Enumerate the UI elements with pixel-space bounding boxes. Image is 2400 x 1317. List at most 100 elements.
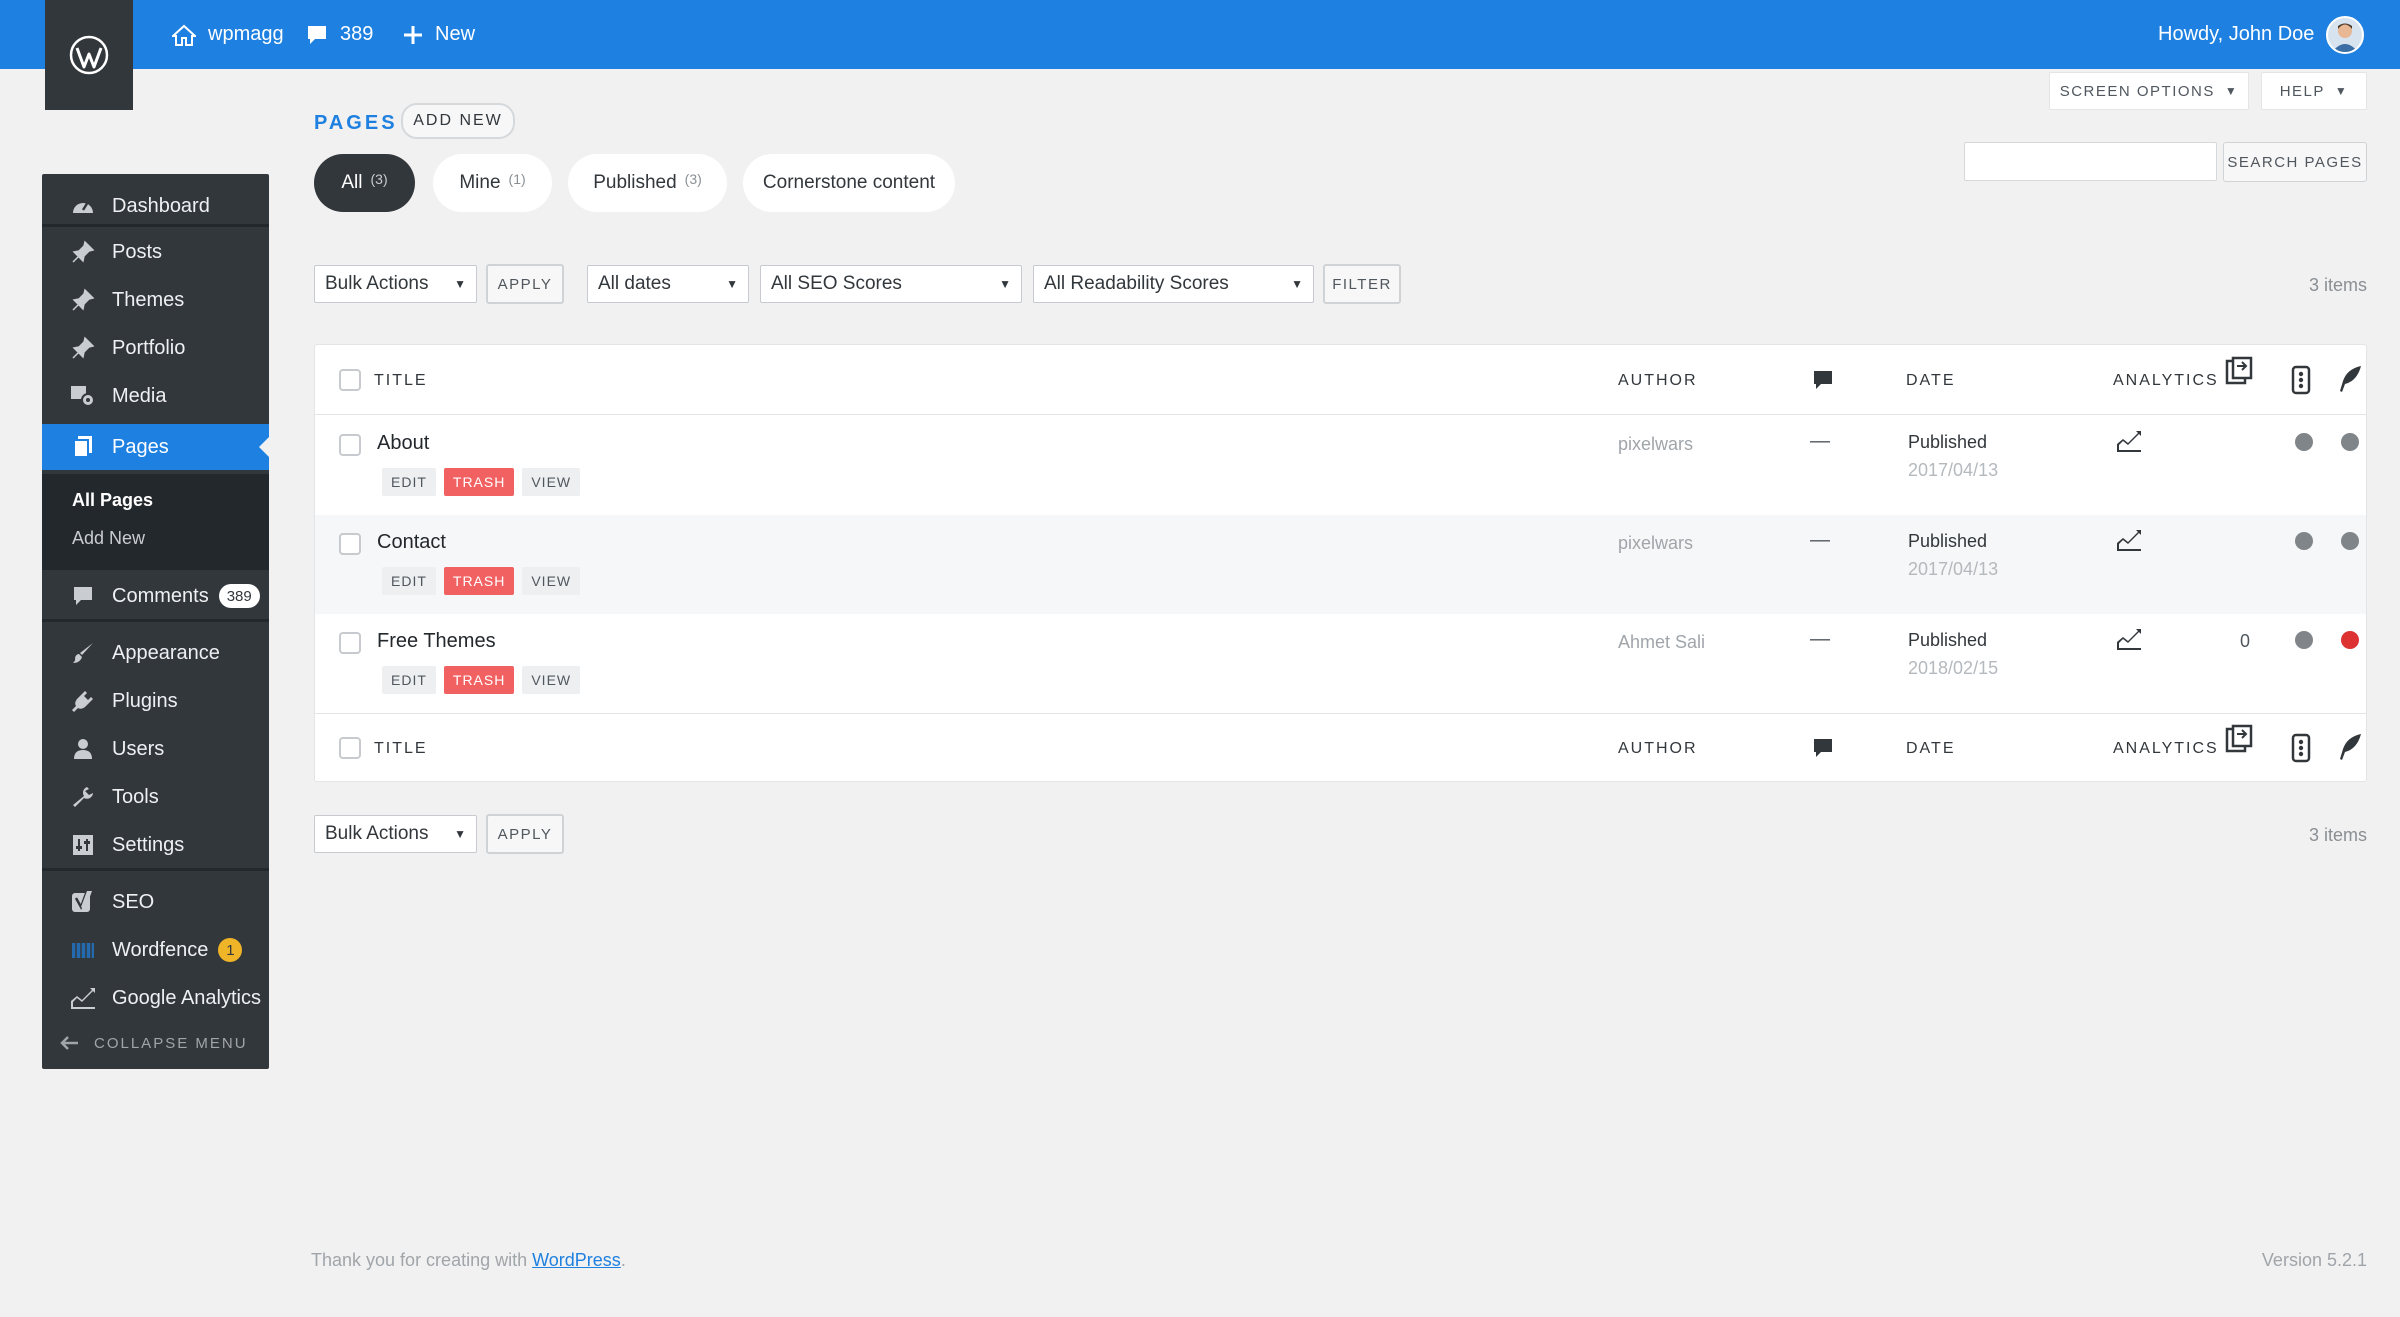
- row-checkbox[interactable]: [339, 434, 361, 456]
- home-icon: [172, 24, 196, 46]
- view-link[interactable]: VIEW: [522, 567, 581, 595]
- menu-item-themes[interactable]: Themes: [42, 277, 269, 323]
- select-all-checkbox[interactable]: [339, 369, 361, 391]
- view-link[interactable]: VIEW: [522, 468, 581, 496]
- filter-cornerstone[interactable]: Cornerstone content: [743, 154, 955, 212]
- column-title[interactable]: TITLE: [374, 372, 428, 390]
- menu-item-comments[interactable]: Comments 389: [42, 573, 269, 619]
- readability-select[interactable]: All Readability Scores ▼: [1033, 265, 1314, 303]
- edit-link[interactable]: EDIT: [382, 666, 436, 694]
- collapse-menu-button[interactable]: COLLAPSE MENU: [42, 1020, 269, 1066]
- screen-options-button[interactable]: SCREEN OPTIONS ▼: [2049, 72, 2249, 110]
- page-title-link[interactable]: Free Themes: [377, 630, 496, 653]
- trash-link[interactable]: TRASH: [443, 567, 515, 595]
- view-link[interactable]: VIEW: [522, 666, 581, 694]
- site-name-link[interactable]: wpmagg: [172, 0, 284, 69]
- quill-icon[interactable]: [2337, 365, 2363, 393]
- menu-item-seo[interactable]: SEO: [42, 879, 269, 925]
- column-date[interactable]: DATE: [1906, 740, 1955, 758]
- avatar: [2326, 15, 2365, 54]
- filter-published[interactable]: Published (3): [568, 154, 727, 212]
- analytics-icon: [66, 987, 100, 1009]
- caret-down-icon: ▼: [999, 277, 1011, 291]
- row-checkbox[interactable]: [339, 533, 361, 555]
- dates-select[interactable]: All dates ▼: [587, 265, 749, 303]
- admin-menu: Dashboard Posts Themes Portfolio Media P…: [42, 174, 269, 1069]
- search-input[interactable]: [1964, 142, 2217, 181]
- publish-date: 2018/02/15: [1908, 658, 1999, 678]
- menu-item-posts[interactable]: Posts: [42, 229, 269, 275]
- menu-separator: [42, 224, 269, 227]
- row-checkbox[interactable]: [339, 632, 361, 654]
- footer-text: Thank you for creating with: [311, 1250, 533, 1270]
- bulk-actions-select-bottom[interactable]: Bulk Actions ▼: [314, 815, 477, 853]
- apply-button-bottom[interactable]: APPLY: [486, 814, 564, 854]
- submenu-add-new[interactable]: Add New: [72, 528, 145, 549]
- menu-item-tools[interactable]: Tools: [42, 774, 269, 820]
- menu-item-google-analytics[interactable]: Google Analytics: [42, 975, 269, 1021]
- filter-label: Cornerstone content: [762, 172, 936, 193]
- add-new-button[interactable]: ADD NEW: [401, 103, 515, 139]
- apply-button[interactable]: APPLY: [486, 264, 564, 304]
- help-button[interactable]: HELP ▼: [2261, 72, 2367, 110]
- edit-link[interactable]: EDIT: [382, 567, 436, 595]
- seo-traffic-light-icon[interactable]: [2291, 733, 2311, 763]
- comments-count: —: [1810, 529, 1830, 551]
- page-title-link[interactable]: Contact: [377, 531, 446, 554]
- menu-item-dashboard[interactable]: Dashboard: [42, 183, 269, 229]
- column-title[interactable]: TITLE: [374, 740, 428, 758]
- edit-link[interactable]: EDIT: [382, 468, 436, 496]
- site-name: wpmagg: [208, 23, 284, 45]
- menu-label: Dashboard: [112, 194, 210, 217]
- comment-icon: [66, 585, 100, 607]
- caret-down-icon: ▼: [1291, 277, 1303, 291]
- new-content-link[interactable]: New: [403, 0, 475, 69]
- wordpress-link[interactable]: WordPress: [532, 1250, 621, 1270]
- select-value: Bulk Actions: [325, 273, 429, 294]
- analytics-icon[interactable]: [2116, 628, 2142, 650]
- analytics-icon[interactable]: [2116, 529, 2142, 551]
- menu-item-plugins[interactable]: Plugins: [42, 678, 269, 724]
- author-link[interactable]: Ahmet Sali: [1618, 632, 1705, 653]
- filter-all[interactable]: All (3): [314, 154, 415, 212]
- seo-traffic-light-icon[interactable]: [2291, 365, 2311, 395]
- trash-link[interactable]: TRASH: [443, 666, 515, 694]
- menu-item-pages[interactable]: Pages: [42, 424, 269, 470]
- search-pages-button[interactable]: SEARCH PAGES: [2223, 142, 2367, 182]
- seo-scores-select[interactable]: All SEO Scores ▼: [760, 265, 1022, 303]
- table-row: Free Themes EDIT TRASH VIEW Ahmet Sali —…: [315, 614, 2366, 713]
- menu-item-media[interactable]: Media: [42, 373, 269, 419]
- menu-label: Comments: [112, 584, 209, 607]
- menu-item-wordfence[interactable]: Wordfence 1: [42, 927, 269, 973]
- menu-item-portfolio[interactable]: Portfolio: [42, 325, 269, 371]
- trash-link[interactable]: TRASH: [443, 468, 515, 496]
- menu-item-users[interactable]: Users: [42, 726, 269, 772]
- caret-down-icon: ▼: [454, 277, 466, 291]
- column-date[interactable]: DATE: [1906, 372, 1955, 390]
- submenu-all-pages[interactable]: All Pages: [72, 490, 153, 511]
- help-label: HELP: [2279, 82, 2325, 100]
- filter-mine[interactable]: Mine (1): [433, 154, 552, 212]
- comments-link[interactable]: 389: [306, 0, 373, 69]
- quill-icon[interactable]: [2337, 733, 2363, 761]
- filter-button[interactable]: FILTER: [1323, 264, 1401, 304]
- arrow-left-icon: [52, 1035, 86, 1051]
- pages-table: TITLE AUTHOR DATE ANALYTICS About EDIT T…: [314, 344, 2367, 782]
- author-link[interactable]: pixelwars: [1618, 434, 1693, 455]
- wordpress-logo[interactable]: [45, 0, 133, 110]
- page-title-link[interactable]: About: [377, 432, 429, 455]
- caret-down-icon: ▼: [2334, 84, 2349, 98]
- publish-status: Published: [1908, 531, 1988, 551]
- menu-item-appearance[interactable]: Appearance: [42, 630, 269, 676]
- analytics-icon[interactable]: [2116, 430, 2142, 452]
- readability-score-dot: [2341, 433, 2359, 451]
- account-menu[interactable]: Howdy, John Doe: [2158, 0, 2365, 69]
- pin-icon: [66, 240, 100, 264]
- yoast-icon: [66, 890, 100, 914]
- select-value: All Readability Scores: [1044, 273, 1229, 294]
- menu-label: Users: [112, 737, 165, 760]
- menu-item-settings[interactable]: Settings: [42, 822, 269, 868]
- select-all-checkbox[interactable]: [339, 737, 361, 759]
- bulk-actions-select[interactable]: Bulk Actions ▼: [314, 265, 477, 303]
- author-link[interactable]: pixelwars: [1618, 533, 1693, 554]
